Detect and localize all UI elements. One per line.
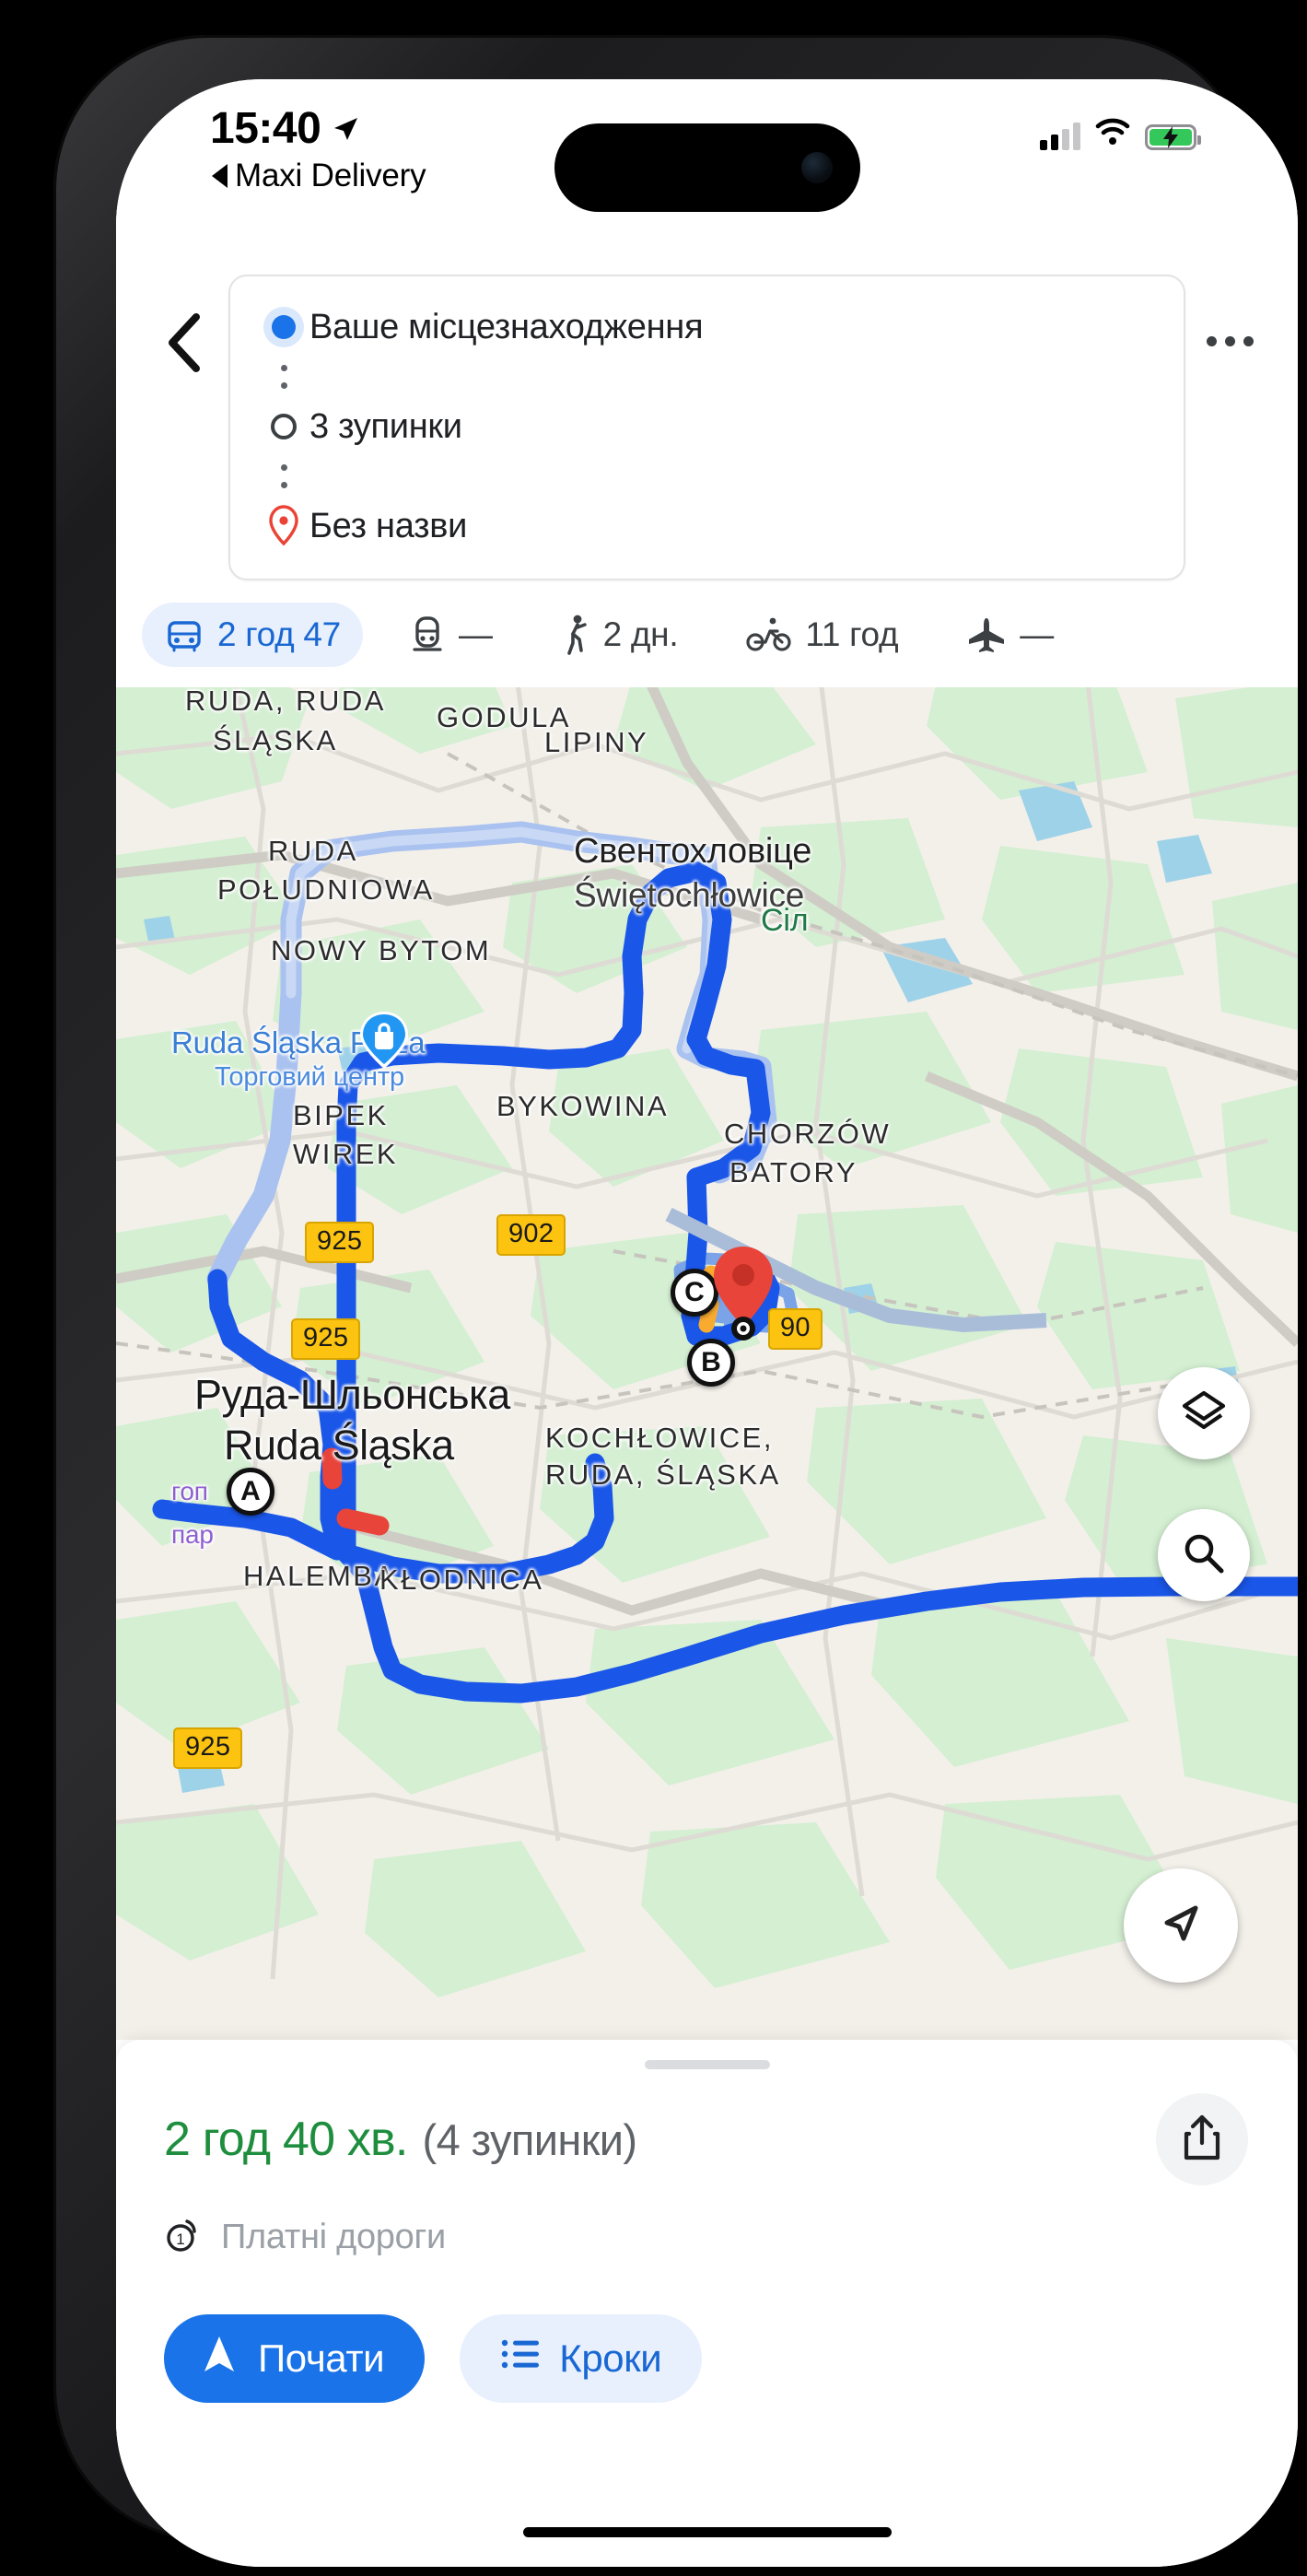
front-camera-icon <box>800 152 833 183</box>
battery-charging-icon <box>1145 124 1201 150</box>
map-layers-button[interactable] <box>1158 1367 1250 1459</box>
list-steps-icon <box>500 2336 541 2382</box>
mode-label: 2 год 47 <box>217 615 341 653</box>
status-bar: 15:40 Maxi Delivery <box>116 79 1298 254</box>
route-connector <box>258 356 1156 398</box>
back-app-label: Maxi Delivery <box>235 158 426 193</box>
route-header: Ваше місцезнаходження 3 зупинки Без назв… <box>116 254 1298 687</box>
start-navigation-button[interactable]: Почати <box>164 2314 426 2403</box>
route-point-destination[interactable]: Без назви <box>258 498 1156 555</box>
steps-button[interactable]: Кроки <box>460 2314 703 2403</box>
home-indicator <box>522 2527 892 2537</box>
summary-text: 2 год 40 хв. (4 зупинки) <box>164 2112 638 2167</box>
phone-frame: RUDA, RUDA ŚLĄSKA GODULA LIPINY RUDA POŁUDNIO… <box>53 35 1298 2567</box>
mode-label: — <box>1020 615 1054 653</box>
header-row: Ваше місцезнаходження 3 зупинки Без назв… <box>116 275 1298 580</box>
destination-pin-icon <box>258 505 309 547</box>
more-options-button[interactable] <box>1185 297 1274 385</box>
share-icon <box>1181 2113 1223 2166</box>
mode-transit[interactable]: — <box>387 602 515 668</box>
shopping-bag-poi-icon[interactable] <box>354 1010 414 1071</box>
transport-modes-bar[interactable]: 2 год 47 — 2 дн. 11 год — <box>116 580 1298 687</box>
transit-icon <box>409 615 446 655</box>
mode-label: 11 год <box>805 615 899 653</box>
toll-coin-icon: 1 <box>164 2215 204 2260</box>
mode-driving[interactable]: 2 год 47 <box>142 603 363 667</box>
back-triangle-icon <box>212 164 228 188</box>
route-connector <box>258 455 1156 498</box>
route-point-stops[interactable]: 3 зупинки <box>258 398 1156 455</box>
highway-shield: 925 <box>291 1318 361 1360</box>
steps-button-label: Кроки <box>559 2336 662 2380</box>
mode-label: 2 дн. <box>602 615 679 653</box>
back-chevron-icon <box>163 312 205 378</box>
navigate-icon <box>1153 1896 1208 1956</box>
eta-stops-count: (4 зупинки) <box>422 2115 638 2164</box>
cellular-signal-icon <box>1040 123 1080 150</box>
highway-shield: 925 <box>305 1222 375 1263</box>
map-search-button[interactable] <box>1158 1509 1250 1601</box>
share-button[interactable] <box>1156 2093 1248 2185</box>
route-point-label: Без назви <box>309 506 468 545</box>
mode-label: — <box>458 615 493 653</box>
status-bar-right <box>1040 118 1201 150</box>
location-arrow-icon <box>332 115 359 143</box>
more-options-icon <box>1206 335 1254 346</box>
route-waypoints-card[interactable]: Ваше місцезнаходження 3 зупинки Без назв… <box>228 275 1185 580</box>
toll-info-row: 1 Платні дороги <box>164 2215 446 2260</box>
stop-circle-icon <box>258 414 309 439</box>
waypoint-marker-a[interactable]: A <box>227 1468 274 1516</box>
toll-label: Платні дороги <box>221 2218 446 2256</box>
wifi-icon <box>1095 118 1130 150</box>
map-canvas[interactable]: RUDA, RUDA ŚLĄSKA GODULA LIPINY RUDA POŁUDNIO… <box>116 643 1298 2040</box>
eta-duration: 2 год 40 хв. <box>164 2113 408 2166</box>
mode-flight[interactable]: — <box>944 603 1076 667</box>
back-to-app-link[interactable]: Maxi Delivery <box>212 158 426 194</box>
map-recenter-button[interactable] <box>1124 1868 1238 1983</box>
clock-row: 15:40 <box>210 103 426 154</box>
back-button[interactable] <box>140 300 228 389</box>
mode-cycling[interactable]: 11 год <box>724 603 920 667</box>
route-point-label: Ваше місцезнаходження <box>309 307 704 346</box>
start-button-label: Почати <box>258 2336 385 2380</box>
bike-icon <box>746 616 792 653</box>
navigate-arrow-icon <box>199 2333 239 2384</box>
walk-icon <box>561 614 590 656</box>
action-buttons-row: Почати Кроки <box>164 2314 703 2403</box>
sheet-drag-handle[interactable] <box>644 2060 770 2069</box>
route-summary-sheet[interactable]: 2 год 40 хв. (4 зупинки) 1 Платні дороги… <box>116 2040 1298 2567</box>
plane-icon <box>966 615 1007 654</box>
mode-walking[interactable]: 2 дн. <box>539 601 701 669</box>
highway-shield: 902 <box>496 1214 566 1256</box>
highway-shield: 925 <box>173 1727 243 1769</box>
route-point-origin[interactable]: Ваше місцезнаходження <box>258 299 1156 356</box>
origin-dot-icon <box>258 315 309 339</box>
phone-screen: RUDA, RUDA ŚLĄSKA GODULA LIPINY RUDA POŁUDNIO… <box>116 79 1298 2567</box>
svg-text:1: 1 <box>176 2231 184 2248</box>
destination-pin-icon[interactable] <box>709 1244 777 1350</box>
car-icon <box>164 616 204 653</box>
layers-icon <box>1181 1388 1227 1439</box>
clock: 15:40 <box>210 104 321 153</box>
status-bar-left: 15:40 Maxi Delivery <box>210 103 426 194</box>
dynamic-island <box>554 123 860 212</box>
summary-row: 2 год 40 хв. (4 зупинки) <box>116 2093 1298 2185</box>
route-point-label: 3 зупинки <box>309 406 462 446</box>
search-icon <box>1181 1530 1227 1581</box>
